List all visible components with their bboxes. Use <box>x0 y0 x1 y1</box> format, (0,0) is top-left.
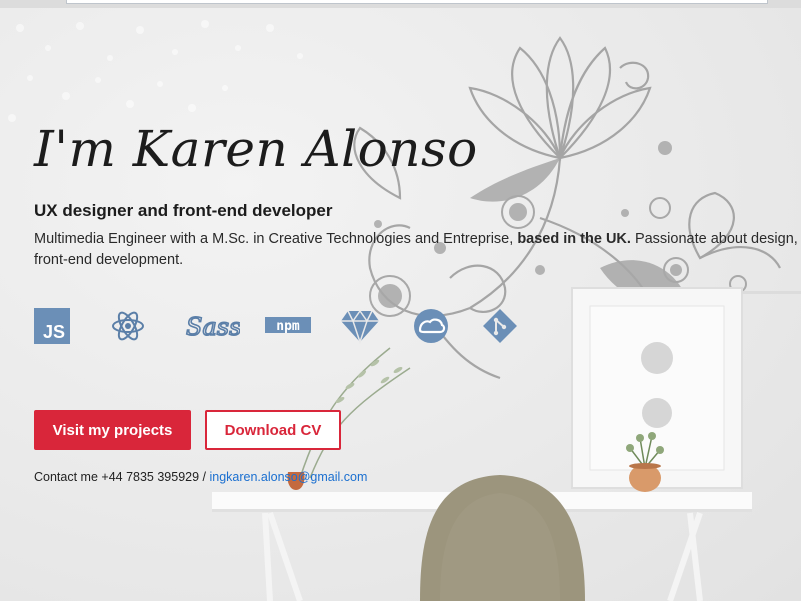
skill-sass: Sass <box>184 306 240 346</box>
description-location: based in the UK. <box>517 231 631 247</box>
javascript-icon-label: JS <box>43 322 65 342</box>
sass-icon-label: Sass <box>186 313 240 341</box>
skills-list: JS Sass npm <box>34 306 534 352</box>
skill-creative-cloud <box>410 306 452 346</box>
contact-email-link[interactable]: ingkaren.alonso@gmail.com <box>209 470 367 484</box>
git-icon <box>483 309 517 343</box>
sass-icon: Sass <box>185 312 240 342</box>
npm-icon: npm <box>265 317 311 334</box>
hero-title: I'm Karen Alonso <box>34 120 478 178</box>
javascript-icon: JS <box>34 308 70 344</box>
background-illustration <box>8 20 801 601</box>
contact-phone-text: Contact me +44 7835 395929 / <box>34 470 210 484</box>
browser-top-strip <box>0 0 801 8</box>
npm-icon-label: npm <box>276 319 300 334</box>
visit-projects-button[interactable]: Visit my projects <box>34 410 191 450</box>
react-icon <box>112 311 144 341</box>
download-cv-button[interactable]: Download CV <box>205 410 341 450</box>
sketch-icon <box>341 309 379 344</box>
skill-npm: npm <box>264 306 312 346</box>
creative-cloud-icon <box>414 309 448 343</box>
contact-line: Contact me +44 7835 395929 / ingkaren.al… <box>34 470 367 484</box>
hero-subtitle: UX designer and front-end developer <box>34 201 333 220</box>
hero-section: I'm Karen Alonso UX designer and front-e… <box>0 8 801 601</box>
skill-react <box>110 306 146 346</box>
hero-description: Multimedia Engineer with a M.Sc. in Crea… <box>34 229 801 271</box>
skill-sketch <box>340 306 380 346</box>
skill-git <box>482 306 518 346</box>
address-bar-edge <box>66 0 768 4</box>
description-text: Multimedia Engineer with a M.Sc. in Crea… <box>34 231 518 247</box>
skill-javascript: JS <box>34 306 70 346</box>
